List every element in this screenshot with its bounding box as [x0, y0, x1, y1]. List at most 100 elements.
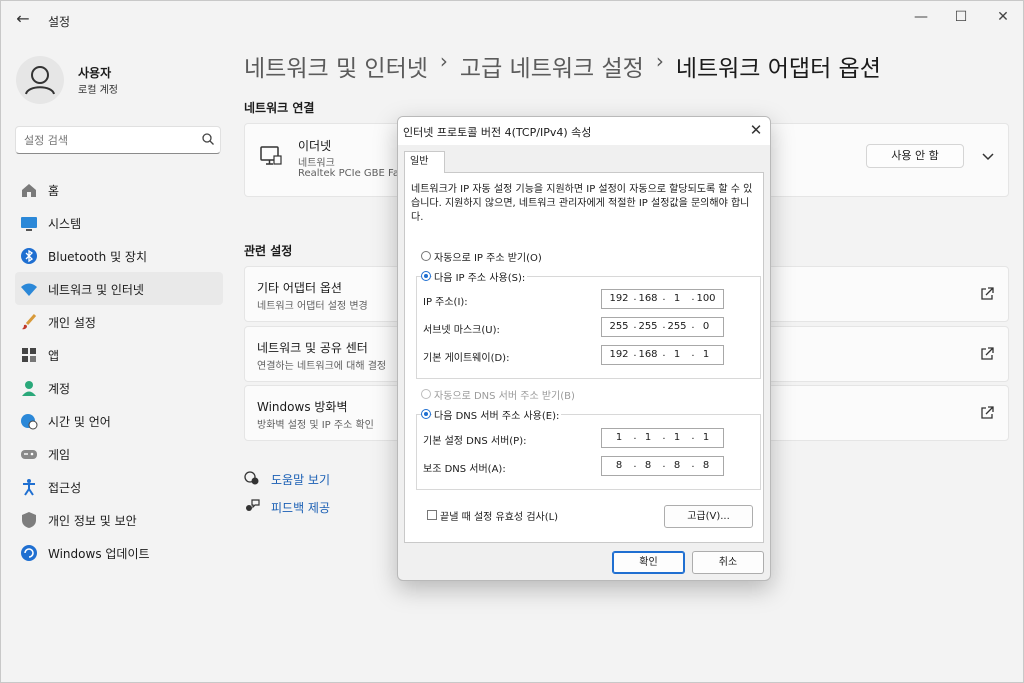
sidebar-item-personalization[interactable]: 개인 설정 [15, 305, 223, 338]
sidebar-item-time-language[interactable]: 시간 및 언어 [15, 404, 223, 437]
gateway-label: 기본 게이트웨이(D): [423, 353, 510, 364]
breadcrumb-separator: › [439, 49, 448, 73]
subnet-mask-field[interactable]: 255 . 255 . 255 . 0 [601, 317, 724, 337]
sidebar-item-system[interactable]: 시스템 [15, 206, 223, 239]
sidebar-item-label: 홈 [48, 184, 60, 198]
general-panel: 네트워크가 IP 자동 설정 기능을 지원하면 IP 설정이 자동으로 할당되도… [404, 172, 764, 543]
external-link-icon [981, 406, 994, 419]
external-link-icon [981, 287, 994, 300]
validate-checkbox[interactable] [427, 510, 437, 520]
subnet-mask-label: 서브넷 마스크(U): [423, 325, 500, 336]
sidebar-item-bluetooth[interactable]: Bluetooth 및 장치 [15, 239, 223, 272]
ip-address-field[interactable]: 192 . 168 . 1 . 100 [601, 289, 724, 309]
search-input[interactable] [24, 132, 194, 148]
sidebar-item-accessibility[interactable]: 접근성 [15, 470, 223, 503]
feedback-link[interactable]: 피드백 제공 [244, 496, 344, 516]
section-title-related: 관련 설정 [244, 244, 293, 258]
dns-manual-radio[interactable] [421, 409, 431, 419]
system-icon [21, 217, 37, 231]
window-title: 설정 [48, 15, 71, 29]
minimize-icon[interactable]: — [909, 7, 933, 27]
ip-octet: 1 [673, 349, 681, 360]
help-link[interactable]: 도움말 보기 [244, 468, 344, 488]
breadcrumb-advanced-network[interactable]: 고급 네트워크 설정 [460, 49, 644, 83]
sidebar-item-label: 개인 정보 및 보안 [48, 514, 137, 528]
sidebar-item-label: 계정 [48, 382, 71, 396]
ip-octet: 1 [702, 349, 710, 360]
page-title: 네트워크 어댑터 옵션 [675, 56, 881, 82]
dialog-description: 네트워크가 IP 자동 설정 기능을 지원하면 IP 설정이 자동으로 할당되도… [411, 184, 753, 223]
help-icon [244, 471, 259, 485]
ip-octet: 192 [609, 293, 629, 304]
ip-octet: 1 [644, 432, 652, 443]
advanced-button[interactable]: 고급(V)... [664, 505, 753, 528]
validate-label: 끝낼 때 설정 유효성 검사(L) [440, 512, 559, 523]
dns-settings-group [416, 414, 761, 490]
adapter-name: 이더넷 [298, 139, 332, 153]
sidebar-item-label: Windows 업데이트 [48, 547, 150, 561]
sidebar-item-gaming[interactable]: 게임 [15, 437, 223, 470]
alternate-dns-field[interactable]: 8 . 8 . 8 . 8 [601, 456, 724, 476]
ipv4-properties-dialog: 인터넷 프로토콜 버전 4(TCP/IPv4) 속성 ✕ 일반 네트워크가 IP… [397, 116, 771, 581]
globe-clock-icon [21, 414, 38, 430]
ip-manual-label: 다음 IP 주소 사용(S): [432, 269, 528, 284]
profile-name: 사용자 [78, 66, 112, 80]
ip-octet: 0 [702, 321, 710, 332]
ip-octet: 255 [667, 321, 687, 332]
sidebar-item-network[interactable]: 네트워크 및 인터넷 [15, 272, 223, 305]
search-box[interactable] [15, 126, 221, 154]
back-arrow-icon[interactable]: ← [13, 9, 33, 29]
alternate-dns-label: 보조 DNS 서버(A): [423, 464, 506, 475]
chevron-down-icon[interactable] [978, 146, 998, 166]
search-icon[interactable] [201, 132, 215, 146]
related-title: Windows 방화벽 [257, 400, 348, 414]
sidebar-item-privacy[interactable]: 개인 정보 및 보안 [15, 503, 223, 536]
ip-octet: 8 [673, 460, 681, 471]
preferred-dns-field[interactable]: 1 . 1 . 1 . 1 [601, 428, 724, 448]
maximize-icon[interactable]: ☐ [949, 7, 973, 27]
bluetooth-icon [21, 248, 37, 264]
sidebar-item-label: 게임 [48, 448, 71, 462]
sidebar-item-accounts[interactable]: 계정 [15, 371, 223, 404]
sidebar-item-windows-update[interactable]: Windows 업데이트 [15, 536, 223, 569]
breadcrumb-network-internet[interactable]: 네트워크 및 인터넷 [244, 49, 428, 83]
update-icon [21, 545, 37, 561]
ip-octet: 8 [702, 460, 710, 471]
gateway-field[interactable]: 192 . 168 . 1 . 1 [601, 345, 724, 365]
ip-octet: 1 [673, 293, 681, 304]
related-title: 기타 어댑터 옵션 [257, 281, 342, 295]
close-icon[interactable]: ✕ [991, 7, 1015, 27]
cancel-button[interactable]: 취소 [692, 551, 764, 574]
apps-icon [22, 348, 36, 362]
ip-octet: 1 [673, 432, 681, 443]
gamepad-icon [21, 450, 37, 459]
related-subtitle: 연결하는 네트워크에 대해 결정 [257, 361, 387, 372]
sidebar-nav: 홈 시스템 Bluetooth 및 장치 네트워크 및 인터넷 개인 설정 앱 … [15, 173, 223, 569]
sidebar-item-label: Bluetooth 및 장치 [48, 250, 148, 264]
ip-octet: 8 [615, 460, 623, 471]
ok-button[interactable]: 확인 [612, 551, 685, 574]
sidebar-item-apps[interactable]: 앱 [15, 338, 223, 371]
sidebar-item-home[interactable]: 홈 [15, 173, 223, 206]
ip-octet: 255 [609, 321, 629, 332]
preferred-dns-label: 기본 설정 DNS 서버(P): [423, 436, 527, 447]
dialog-close-icon[interactable]: ✕ [748, 122, 764, 138]
shield-icon [22, 512, 36, 528]
ip-auto-label: 자동으로 IP 주소 받기(O) [434, 253, 542, 264]
feedback-icon [246, 499, 260, 511]
disable-adapter-button[interactable]: 사용 안 함 [866, 144, 964, 168]
ip-octet: 192 [609, 349, 629, 360]
ip-octet: 100 [696, 293, 716, 304]
ip-manual-radio[interactable] [421, 271, 431, 281]
ip-octet: 255 [638, 321, 658, 332]
dns-auto-radio[interactable] [421, 389, 431, 399]
avatar[interactable] [16, 56, 64, 104]
external-link-icon [981, 347, 994, 360]
ip-auto-radio[interactable] [421, 251, 431, 261]
home-icon [22, 184, 36, 197]
ip-octet: 1 [702, 432, 710, 443]
tab-general[interactable]: 일반 [404, 151, 445, 173]
sidebar-item-label: 앱 [48, 349, 60, 363]
adapter-type: 네트워크 [298, 158, 335, 169]
dns-auto-label: 자동으로 DNS 서버 주소 받기(B) [434, 391, 575, 402]
